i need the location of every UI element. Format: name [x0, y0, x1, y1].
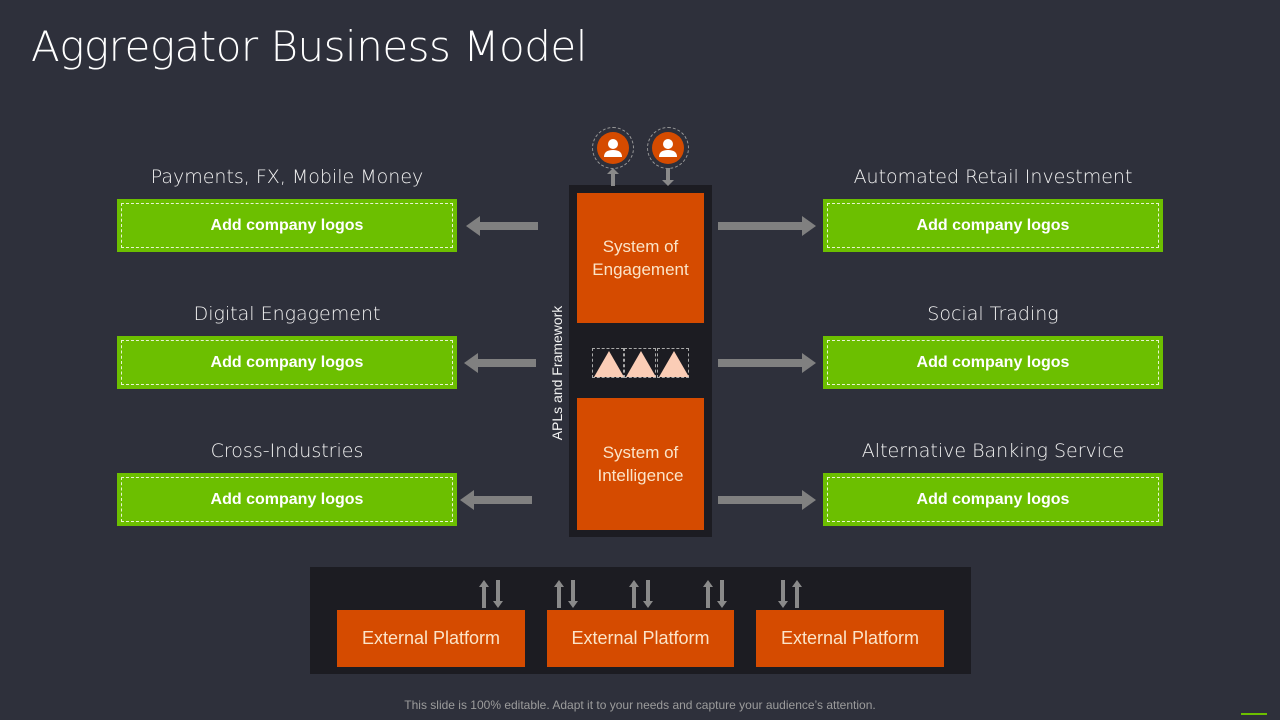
triangle-cell — [657, 348, 689, 378]
external-platform-text: External Platform — [571, 628, 710, 648]
bidirectional-arrows-icon — [629, 580, 653, 608]
external-platform-box-2[interactable]: External Platform — [547, 610, 734, 667]
apis-framework-label: APLs and Framework — [549, 305, 565, 441]
logo-box-digital-engagement[interactable]: Add company logos — [117, 336, 457, 389]
triangle-cell — [592, 348, 624, 378]
system-of-intelligence-box[interactable]: System of Intelligence — [577, 398, 704, 530]
logo-box-cross-industries[interactable]: Add company logos — [117, 473, 457, 526]
logo-placeholder-text: Add company logos — [827, 340, 1159, 385]
external-platform-box-1[interactable]: External Platform — [337, 610, 525, 667]
external-platform-text: External Platform — [361, 628, 501, 648]
logo-placeholder-text: Add company logos — [121, 477, 453, 522]
footer-note: This slide is 100% editable. Adapt it to… — [404, 698, 876, 712]
arrow-right-icon — [718, 216, 816, 236]
system-of-intelligence-text: System of Intelligence — [597, 443, 684, 485]
user-avatar-2[interactable] — [647, 127, 689, 169]
user-avatar-1[interactable] — [592, 127, 634, 169]
category-label-cross-industries: Cross-Industries — [210, 440, 364, 462]
arrow-down-icon — [662, 168, 674, 186]
bidirectional-arrows-icon — [778, 580, 802, 608]
bidirectional-arrows-icon — [703, 580, 727, 608]
accent-line — [1241, 713, 1267, 715]
arrow-right-icon — [718, 490, 816, 510]
triangle-icon — [659, 351, 689, 377]
arrow-up-icon — [607, 168, 619, 186]
category-label-alternative-banking: Alternative Banking Service — [861, 440, 1125, 462]
arrow-left-icon — [460, 490, 532, 510]
external-platform-box-3[interactable]: External Platform — [756, 610, 944, 667]
arrow-right-icon — [718, 353, 816, 373]
triangle-icon — [626, 351, 656, 377]
bidirectional-arrows-icon — [479, 580, 503, 608]
user-icon — [597, 132, 629, 164]
triangle-icon — [594, 351, 624, 377]
logo-box-payments[interactable]: Add company logos — [117, 199, 457, 252]
user-icon — [652, 132, 684, 164]
slide-title: Aggregator Business Model — [31, 22, 587, 71]
arrow-left-icon — [464, 353, 536, 373]
external-platform-text: External Platform — [780, 628, 920, 648]
category-label-social-trading: Social Trading — [927, 303, 1059, 325]
triangle-cell — [624, 348, 656, 378]
logo-box-social-trading[interactable]: Add company logos — [823, 336, 1163, 389]
logo-placeholder-text: Add company logos — [121, 340, 453, 385]
system-of-engagement-text: System of Engagement — [592, 237, 689, 279]
logo-box-automated-retail[interactable]: Add company logos — [823, 199, 1163, 252]
logo-placeholder-text: Add company logos — [121, 203, 453, 248]
bidirectional-arrows-icon — [554, 580, 578, 608]
category-label-digital-engagement: Digital Engagement — [193, 303, 381, 325]
logo-box-alternative-banking[interactable]: Add company logos — [823, 473, 1163, 526]
arrow-left-icon — [466, 216, 538, 236]
category-label-automated-retail: Automated Retail Investment — [853, 166, 1133, 188]
system-of-engagement-box[interactable]: System of Engagement — [577, 193, 704, 323]
logo-placeholder-text: Add company logos — [827, 203, 1159, 248]
logo-placeholder-text: Add company logos — [827, 477, 1159, 522]
category-label-payments: Payments, FX, Mobile Money — [150, 166, 424, 188]
